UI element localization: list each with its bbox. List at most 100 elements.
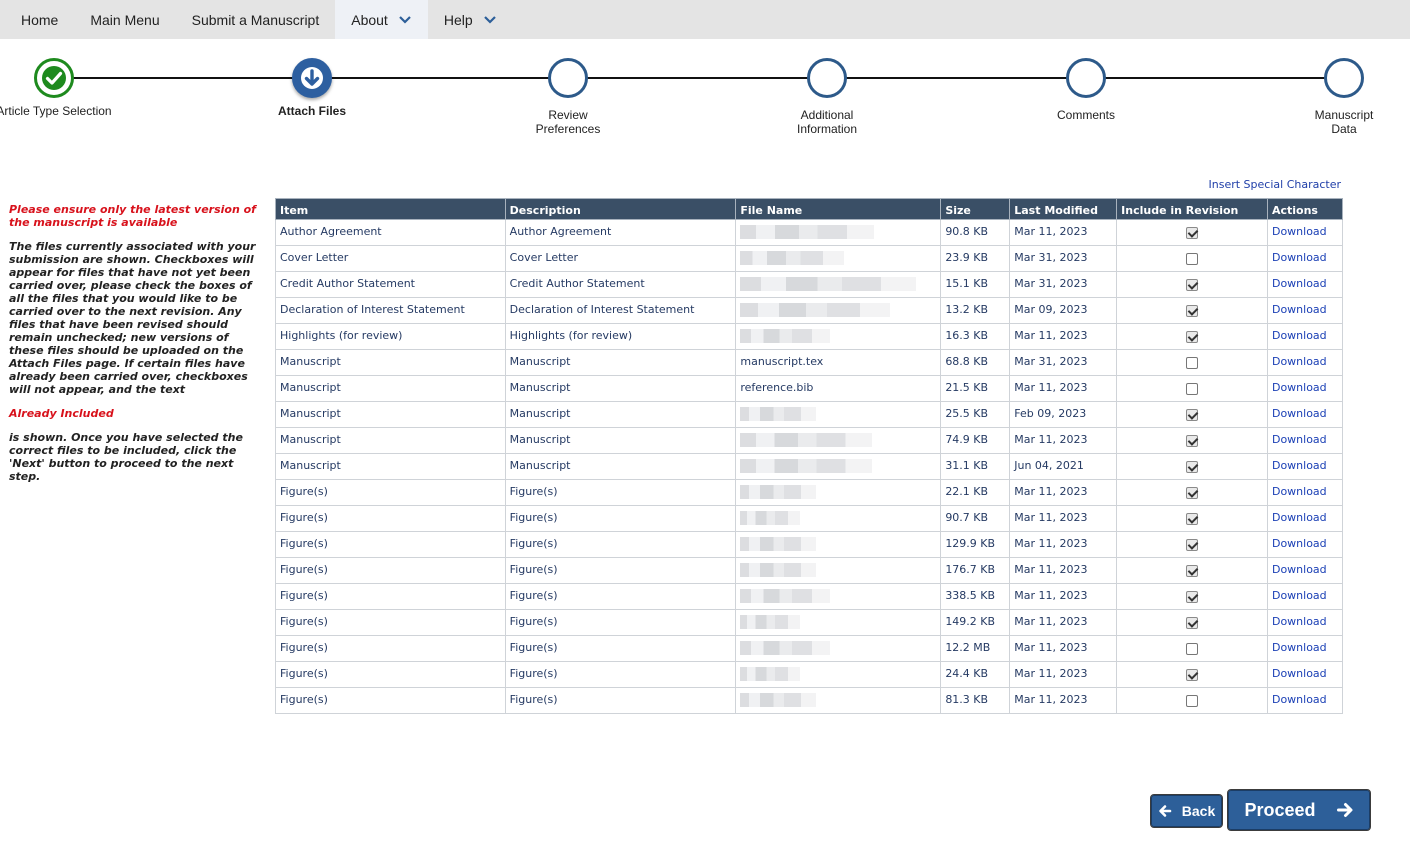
download-link[interactable]: Download: [1272, 459, 1327, 472]
include-checkbox[interactable]: [1186, 695, 1199, 707]
download-link[interactable]: Download: [1272, 225, 1327, 238]
download-link[interactable]: Download: [1272, 693, 1327, 706]
cell-include: [1116, 635, 1268, 662]
cell-description: Figure(s): [504, 609, 737, 636]
cell-size: 13.2 KB: [940, 297, 1011, 324]
download-link[interactable]: Download: [1272, 381, 1327, 394]
cell-last-modified: Mar 11, 2023: [1009, 609, 1118, 636]
include-checkbox[interactable]: [1186, 513, 1199, 525]
back-button[interactable]: Back: [1150, 794, 1223, 828]
include-checkbox[interactable]: [1186, 565, 1199, 577]
include-checkbox[interactable]: [1186, 435, 1199, 447]
instructions-text-continued: is shown. Once you have selected the cor…: [9, 431, 243, 483]
include-checkbox[interactable]: [1186, 383, 1199, 395]
cell-include: [1116, 245, 1268, 272]
download-link[interactable]: Download: [1272, 615, 1327, 628]
cell-item: Figure(s): [275, 687, 506, 714]
cell-item: Credit Author Statement: [275, 271, 506, 298]
file-name-text: reference.bib: [740, 381, 814, 394]
cell-description: Figure(s): [504, 635, 737, 662]
col-header-item: Item: [275, 198, 506, 220]
cell-last-modified: Mar 31, 2023: [1009, 349, 1118, 376]
step-pending-circle: [807, 58, 847, 98]
proceed-button[interactable]: Proceed: [1227, 789, 1371, 831]
include-checkbox[interactable]: [1186, 669, 1199, 681]
include-checkbox[interactable]: [1186, 409, 1199, 421]
cell-description: Highlights (for review): [504, 323, 737, 350]
redacted-file-name: [740, 458, 873, 473]
nav-home[interactable]: Home: [0, 0, 74, 39]
step-manuscript-data[interactable]: Manuscript Data: [1274, 58, 1410, 136]
step-review-preferences[interactable]: Review Preferences: [498, 58, 638, 136]
step-attach-files[interactable]: Attach Files: [242, 58, 382, 118]
include-checkbox[interactable]: [1186, 279, 1199, 291]
include-checkbox[interactable]: [1186, 461, 1199, 473]
download-link[interactable]: Download: [1272, 537, 1327, 550]
download-link[interactable]: Download: [1272, 407, 1327, 420]
download-link[interactable]: Download: [1272, 563, 1327, 576]
cell-size: 149.2 KB: [940, 609, 1011, 636]
include-checkbox[interactable]: [1186, 357, 1199, 369]
download-link[interactable]: Download: [1272, 355, 1327, 368]
download-link[interactable]: Download: [1272, 329, 1327, 342]
nav-help[interactable]: Help: [428, 0, 513, 39]
download-link[interactable]: Download: [1272, 251, 1327, 264]
download-link[interactable]: Download: [1272, 485, 1327, 498]
cell-actions: Download: [1266, 427, 1344, 454]
table-row: Figure(s) Figure(s) 90.7 KB Mar 11, 2023 Dow…: [275, 505, 1344, 532]
cell-last-modified: Mar 11, 2023: [1009, 661, 1118, 688]
include-checkbox[interactable]: [1186, 305, 1199, 317]
step-label: Comments: [1056, 108, 1115, 122]
include-checkbox[interactable]: [1186, 227, 1199, 239]
download-link[interactable]: Download: [1272, 667, 1327, 680]
cell-include: [1116, 219, 1268, 246]
cell-actions: Download: [1266, 661, 1344, 688]
download-link[interactable]: Download: [1272, 303, 1327, 316]
nav-about[interactable]: About: [335, 0, 428, 39]
download-link[interactable]: Download: [1272, 277, 1327, 290]
arrow-right-icon: [1336, 803, 1353, 817]
download-link[interactable]: Download: [1272, 589, 1327, 602]
check-icon: [42, 66, 66, 90]
cell-actions: Download: [1266, 375, 1344, 402]
include-checkbox[interactable]: [1186, 591, 1199, 603]
step-pending-circle: [548, 58, 588, 98]
cell-actions: Download: [1266, 583, 1344, 610]
nav-main-menu[interactable]: Main Menu: [74, 0, 175, 39]
redacted-file-name: [740, 302, 891, 317]
include-checkbox[interactable]: [1186, 331, 1199, 343]
cell-size: 90.7 KB: [940, 505, 1011, 532]
include-checkbox[interactable]: [1186, 253, 1199, 265]
cell-item: Author Agreement: [275, 219, 506, 246]
cell-file-name: [735, 245, 942, 272]
table-row: Figure(s) Figure(s) 22.1 KB Mar 11, 2023 Dow…: [275, 479, 1344, 506]
cell-file-name: [735, 635, 942, 662]
nav-about-label: About: [351, 11, 388, 28]
cell-include: [1116, 323, 1268, 350]
insert-special-character-link[interactable]: Insert Special Character: [1209, 178, 1341, 191]
cell-file-name: [735, 479, 942, 506]
step-article-type[interactable]: Article Type Selection: [0, 58, 124, 118]
cell-actions: Download: [1266, 531, 1344, 558]
download-link[interactable]: Download: [1272, 641, 1327, 654]
cell-file-name: [735, 661, 942, 688]
include-checkbox[interactable]: [1186, 643, 1199, 655]
download-link[interactable]: Download: [1272, 511, 1327, 524]
cell-description: Manuscript: [504, 349, 737, 376]
redacted-file-name: [740, 562, 817, 577]
instructions-panel: Please ensure only the latest version of…: [9, 203, 261, 494]
nav-submit-manuscript[interactable]: Submit a Manuscript: [176, 0, 336, 39]
cell-size: 22.1 KB: [940, 479, 1011, 506]
include-checkbox[interactable]: [1186, 539, 1199, 551]
chevron-down-icon: [399, 15, 411, 24]
cell-actions: Download: [1266, 271, 1344, 298]
cell-file-name: reference.bib: [735, 375, 942, 402]
include-checkbox[interactable]: [1186, 487, 1199, 499]
cell-actions: Download: [1266, 297, 1344, 324]
step-additional-information[interactable]: Additional Information: [757, 58, 897, 136]
step-comments[interactable]: Comments: [1016, 58, 1156, 122]
table-row: Figure(s) Figure(s) 24.4 KB Mar 11, 2023 Dow…: [275, 661, 1344, 688]
download-link[interactable]: Download: [1272, 433, 1327, 446]
include-checkbox[interactable]: [1186, 617, 1199, 629]
cell-size: 21.5 KB: [940, 375, 1011, 402]
